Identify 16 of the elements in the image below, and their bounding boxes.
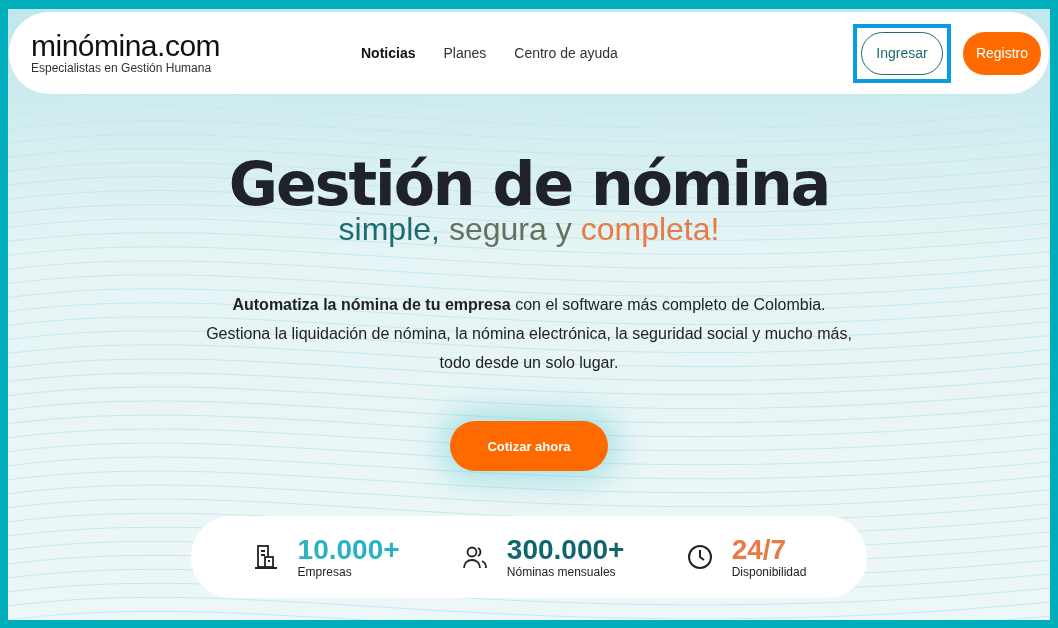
stat-value: 24/7 (731, 535, 788, 565)
logo-tagline: Especialistas en Gestión Humana (31, 61, 213, 75)
clock-icon (685, 543, 714, 571)
stat-label: Disponibilidad (731, 565, 807, 579)
hero-description: Gestiona la liquidación de nómina, la nómina electrónica, la seguridad social y mucho más, (206, 324, 852, 344)
hero-description: todo desde un solo lugar. (438, 353, 620, 373)
logo-text[interactable]: minómina.com (31, 31, 351, 61)
nav-link[interactable]: Noticias (361, 45, 416, 61)
nav-link[interactable]: Planes (443, 45, 487, 61)
hero-description: Automatiza la nómina de tu empresa con el software más completo de Colombia. (231, 295, 827, 315)
stat-value: 300.000+ (506, 535, 625, 565)
nav-link[interactable]: Centro de ayuda (514, 45, 618, 61)
login-button[interactable]: Ingresar (861, 31, 943, 75)
stat-label: Empresas (297, 565, 353, 579)
stat-label: Nóminas mensuales (506, 565, 617, 579)
stat-value: 10.000+ (297, 535, 400, 565)
